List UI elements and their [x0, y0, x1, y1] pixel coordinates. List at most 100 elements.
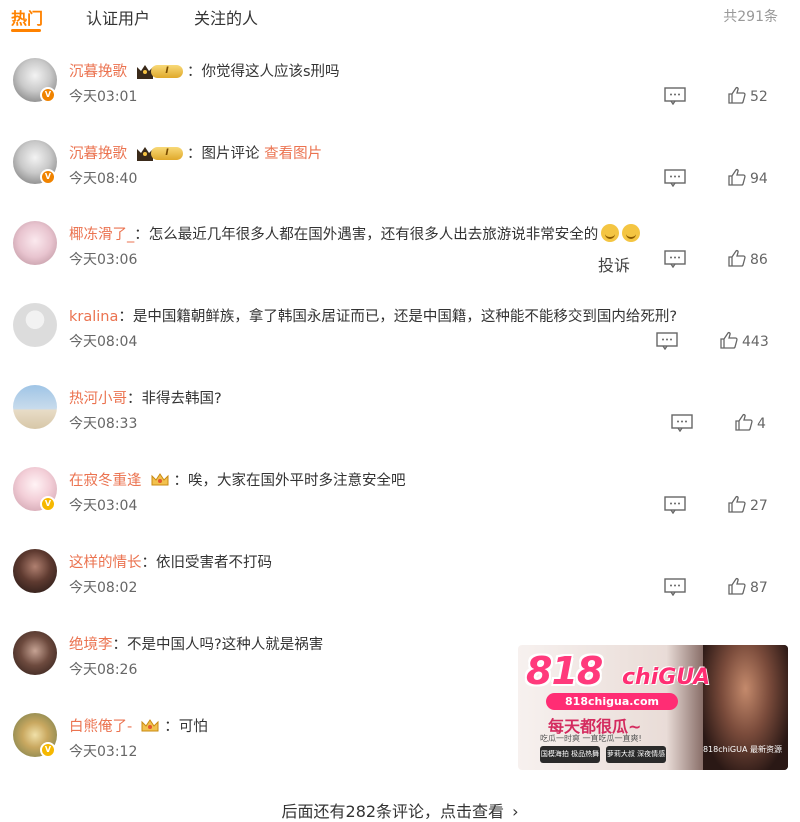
verified-badge-icon: V [40, 742, 56, 758]
username[interactable]: 白熊俺了- [69, 719, 132, 735]
reply-icon[interactable] [664, 169, 686, 187]
avatar[interactable] [13, 549, 57, 593]
username[interactable]: 沉暮挽歌 [69, 64, 127, 80]
comment-text: 依旧受害者不打码 [156, 555, 272, 571]
reply-icon[interactable] [656, 332, 678, 350]
ad-brand: 818chiGUA 最新资源 [702, 745, 782, 754]
comment-time: 今天08:33 [69, 416, 138, 432]
ad-tagline: 吃瓜一时爽 一直吃瓜一直爽! [540, 734, 642, 743]
crying-emoji-icon [601, 224, 620, 242]
username[interactable]: kralina [69, 309, 118, 325]
comment-text: 非得去韩国? [141, 391, 222, 407]
thumbs-up-icon [728, 577, 746, 595]
like-count: 87 [750, 580, 768, 596]
ad-logo-number: 818 [526, 649, 603, 693]
crown-badge-icon [141, 719, 159, 732]
tab-following[interactable]: 关注的人 [194, 5, 258, 29]
comment-item: kralina：是中国籍朝鲜族，拿了韩国永居证而已，还是中国籍，这种能不能移交到… [0, 301, 800, 383]
reply-icon[interactable] [664, 87, 686, 105]
comment-content: 绝境李：不是中国人吗?这种人就是祸害 [69, 637, 324, 653]
comment-tabs: 热门 认证用户 关注的人 共291条 [0, 0, 800, 34]
reply-icon[interactable] [664, 496, 686, 514]
report-button[interactable]: 投诉 [598, 252, 630, 276]
comment-content: 热河小哥：非得去韩国? [69, 391, 222, 407]
active-tab-indicator [11, 29, 41, 32]
comment-content: 椰冻滑了_：怎么最近几年很多人都在国外遇害，还有很多人出去旅游说非常安全的 [69, 223, 641, 244]
comment-text: 可怕 [178, 719, 208, 735]
comment-item: V 沉暮挽歌 I ：图片评论 查看图片 今天08:40 94 [0, 138, 800, 220]
comment-time: 今天03:06 [69, 252, 138, 268]
like-count: 27 [750, 498, 768, 514]
comment-text: 图片评论 [201, 146, 260, 162]
tab-verified-users[interactable]: 认证用户 [86, 5, 150, 29]
view-image-link[interactable]: 查看图片 [264, 146, 322, 162]
like-button[interactable]: 27 [728, 495, 768, 515]
like-count: 443 [742, 334, 769, 350]
ad-banner[interactable]: 818 chiGUA 818chigua.com 每天都很瓜~ 吃瓜一时爽 一直… [518, 645, 788, 770]
comment-time: 今天08:04 [69, 334, 138, 350]
thumbs-up-icon [720, 331, 738, 349]
load-more-label: 后面还有282条评论，点击查看 [281, 802, 505, 821]
comment-content: kralina：是中国籍朝鲜族，拿了韩国永居证而已，还是中国籍，这种能不能移交到… [69, 309, 678, 325]
chevron-right-icon: › [512, 802, 519, 821]
comment-time: 今天08:40 [69, 171, 138, 187]
reply-icon[interactable] [664, 250, 686, 268]
username[interactable]: 绝境李 [69, 637, 113, 653]
avatar[interactable] [13, 385, 57, 429]
verified-badge-icon: V [40, 87, 56, 103]
like-button[interactable]: 52 [728, 86, 768, 106]
thumbs-up-icon [728, 86, 746, 104]
comment-time: 今天03:12 [69, 744, 138, 760]
like-count: 86 [750, 252, 768, 268]
comment-text: 你觉得这人应该s刑吗 [201, 64, 340, 80]
reply-icon[interactable] [671, 414, 693, 432]
avatar[interactable] [13, 221, 57, 265]
like-button[interactable]: 86 [728, 249, 768, 269]
ad-domain: 818chigua.com [546, 693, 678, 710]
comment-content: 在寂冬重逢 ：唉，大家在国外平时多注意安全吧 [69, 473, 406, 489]
like-button[interactable]: 443 [720, 331, 769, 351]
crying-emoji-icon [622, 224, 641, 242]
tab-hot[interactable]: 热门 [11, 5, 43, 29]
comment-time: 今天03:01 [69, 89, 138, 105]
comment-content: 沉暮挽歌 I ：你觉得这人应该s刑吗 [69, 62, 340, 80]
crown-level-badge-icon: I [135, 144, 183, 162]
comment-item: V 沉暮挽歌 I ：你觉得这人应该s刑吗 今天03:01 52 [0, 56, 800, 138]
comment-content: 这样的情长：依旧受害者不打码 [69, 555, 272, 571]
avatar[interactable] [13, 631, 57, 675]
comment-item: 热河小哥：非得去韩国? 今天08:33 4 [0, 383, 800, 465]
thumbs-up-icon [728, 495, 746, 513]
username[interactable]: 这样的情长 [69, 555, 142, 571]
ad-button[interactable]: 萝莉大叔 深夜情感 [606, 746, 666, 763]
like-count: 4 [757, 416, 766, 432]
like-count: 94 [750, 171, 768, 187]
username[interactable]: 沉暮挽歌 [69, 146, 127, 162]
verified-badge-icon: V [40, 496, 56, 512]
comment-content: 白熊俺了- ：可怕 [69, 719, 208, 735]
reply-icon[interactable] [664, 578, 686, 596]
like-button[interactable]: 87 [728, 577, 768, 597]
username[interactable]: 热河小哥 [69, 391, 127, 407]
comment-text: 不是中国人吗?这种人就是祸害 [127, 637, 324, 653]
comment-item: V 在寂冬重逢 ：唉，大家在国外平时多注意安全吧 今天03:04 27 [0, 465, 800, 547]
load-more-comments[interactable]: 后面还有282条评论，点击查看 › [0, 798, 800, 822]
comment-text: 是中国籍朝鲜族，拿了韩国永居证而已，还是中国籍，这种能不能移交到国内给死刑? [132, 309, 678, 325]
username[interactable]: 椰冻滑了_ [69, 227, 134, 243]
comment-time: 今天08:02 [69, 580, 138, 596]
crown-level-badge-icon: I [135, 62, 183, 80]
comment-item: 椰冻滑了_：怎么最近几年很多人都在国外遇害，还有很多人出去旅游说非常安全的 今天… [0, 219, 800, 301]
like-count: 52 [750, 89, 768, 105]
crown-badge-icon [151, 473, 168, 486]
ad-button[interactable]: 国模海拍 极品热舞 [540, 746, 600, 763]
comment-text: 唉，大家在国外平时多注意安全吧 [188, 473, 406, 489]
total-comment-count: 共291条 [723, 9, 778, 25]
comment-content: 沉暮挽歌 I ：图片评论 查看图片 [69, 144, 323, 162]
verified-badge-icon: V [40, 169, 56, 185]
like-button[interactable]: 94 [728, 168, 768, 188]
ad-logo-word: chiGUA [622, 665, 711, 690]
like-button[interactable]: 4 [735, 413, 766, 433]
comment-time: 今天08:26 [69, 662, 138, 678]
username[interactable]: 在寂冬重逢 [69, 473, 142, 489]
avatar[interactable] [13, 303, 57, 347]
thumbs-up-icon [735, 413, 753, 431]
